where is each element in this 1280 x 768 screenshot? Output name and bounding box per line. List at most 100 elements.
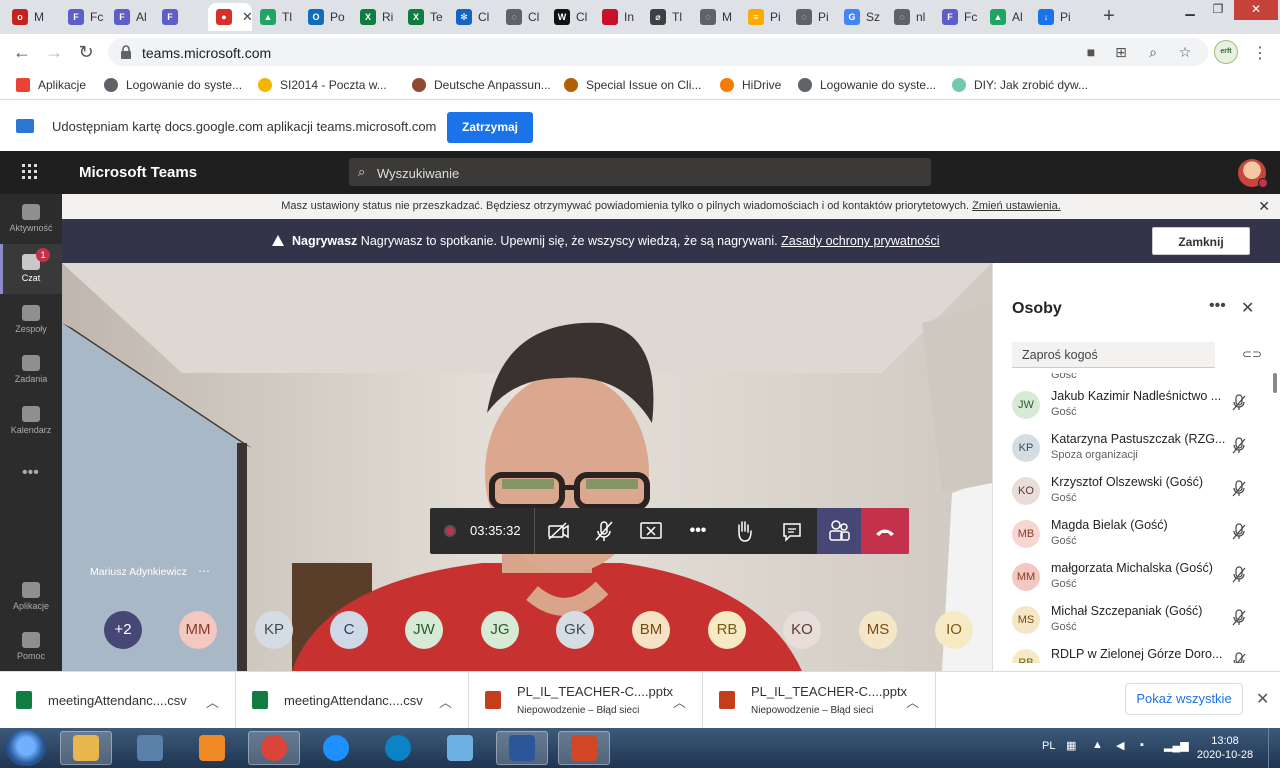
new-tab-button[interactable]: + (1096, 5, 1122, 29)
browser-tab[interactable]: ◌ M (692, 3, 738, 31)
rail-item-chat[interactable]: Czat 1 (0, 244, 62, 294)
rail-item-calendar[interactable]: Kalendarz (0, 396, 62, 446)
window-close-button[interactable]: ✕ (1234, 0, 1278, 20)
panel-more-icon[interactable]: ••• (1209, 297, 1226, 315)
taskbar-chrome-button[interactable] (248, 731, 300, 765)
bookmark-item[interactable]: Aplikacje (16, 76, 86, 94)
browser-tab[interactable]: ≡ Pi (740, 3, 786, 31)
participant-row[interactable]: MB Magda Bielak (Gość) Gość (1012, 516, 1262, 559)
mic-off-icon[interactable] (590, 517, 618, 545)
keyboard-icon[interactable]: ▦ (1066, 739, 1080, 753)
chrome-menu-icon[interactable]: ⋮ (1252, 43, 1268, 63)
volume-icon[interactable]: ◀ (1116, 739, 1130, 753)
change-settings-link[interactable]: Zmień ustawienia. (972, 200, 1061, 212)
browser-tab[interactable]: O Po (300, 3, 350, 31)
rail-item-teams[interactable]: Zespoły (0, 295, 62, 345)
back-button[interactable]: ← (12, 42, 32, 62)
downloads-close-icon[interactable]: ✕ (1256, 689, 1269, 709)
browser-tab[interactable]: ✻ Cl (448, 3, 496, 31)
restore-button[interactable]: ❐ (1204, 0, 1232, 20)
dnd-close-icon[interactable]: ✕ (1258, 194, 1270, 219)
mic-muted-icon[interactable] (1231, 523, 1247, 541)
bookmark-item[interactable]: HiDrive (720, 76, 781, 94)
participant-avatar[interactable]: +2 (104, 611, 142, 649)
download-item[interactable]: PL_IL_TEACHER-C....pptx Niepowodzenie – B… (703, 672, 936, 729)
browser-tab[interactable]: F (154, 3, 206, 31)
privacy-policy-link[interactable]: Zasady ochrony prywatności (781, 234, 939, 248)
browser-tab[interactable]: F Fc (60, 3, 104, 31)
browser-tab[interactable]: ⌀ Tl (642, 3, 690, 31)
more-actions-icon[interactable]: ••• (684, 517, 712, 545)
reload-button[interactable]: ↻ (76, 42, 96, 62)
rail-more-icon[interactable]: ••• (22, 464, 39, 482)
mic-muted-icon[interactable] (1231, 652, 1247, 663)
mic-muted-icon[interactable] (1231, 437, 1247, 455)
participant-row[interactable]: JW Jakub Kazimir Nadleśnictwo ... Gość (1012, 387, 1262, 430)
browser-tab[interactable]: F Fc (934, 3, 980, 31)
chevron-up-icon[interactable]: ︿ (673, 692, 686, 711)
taskbar-media-player-button[interactable] (186, 731, 238, 765)
bookmark-item[interactable]: Logowanie do syste... (798, 76, 936, 94)
participant-avatar[interactable]: BM (632, 611, 670, 649)
participant-avatar[interactable]: IO (935, 611, 973, 649)
participant-row[interactable]: KP Katarzyna Pastuszczak (RZG... Spoza org… (1012, 430, 1262, 473)
taskbar-contacts-button[interactable] (434, 731, 486, 765)
search-input[interactable]: ⌕ Wyszukiwanie (349, 158, 931, 186)
camera-icon[interactable]: ■ (1082, 44, 1100, 60)
chevron-up-icon[interactable]: ︿ (906, 692, 919, 711)
browser-tab[interactable]: X Te (400, 3, 446, 31)
taskbar-internet-explorer-button[interactable] (310, 731, 362, 765)
system-clock[interactable]: 13:08 2020-10-28 (1196, 734, 1254, 762)
participant-row[interactable]: RB RDLP w Zielonej Górze Doro... (1012, 645, 1262, 663)
download-item[interactable]: meetingAttendanc....csv ︿ (236, 672, 469, 729)
presenter-more-icon[interactable]: ⋯ (198, 564, 210, 578)
hang-up-button[interactable] (861, 508, 909, 554)
participant-row[interactable]: MS Michał Szczepaniak (Gość) Gość (1012, 602, 1262, 645)
browser-tab[interactable]: ↓ Pi (1030, 3, 1086, 31)
browser-tab[interactable]: oM (4, 3, 58, 31)
taskbar-powerpoint-button[interactable] (558, 731, 610, 765)
show-all-downloads-button[interactable]: Pokaż wszystkie (1125, 683, 1243, 715)
bookmark-item[interactable]: Special Issue on Cli... (564, 76, 701, 94)
taskbar-media-center-button[interactable] (124, 731, 176, 765)
browser-tab[interactable]: ◌ Pi (788, 3, 834, 31)
raise-hand-icon[interactable] (730, 517, 758, 545)
start-button[interactable] (6, 730, 46, 766)
show-desktop-button[interactable] (1268, 728, 1280, 768)
rail-item-tasks[interactable]: Zadania (0, 345, 62, 395)
participant-avatar[interactable]: MS (859, 611, 897, 649)
participants-icon[interactable] (817, 508, 861, 554)
bookmark-item[interactable]: Logowanie do syste... (104, 76, 242, 94)
participant-avatar[interactable]: KP (255, 611, 293, 649)
browser-tab[interactable]: In (594, 3, 640, 31)
stop-sharing-button[interactable]: Zatrzymaj (447, 112, 533, 143)
participant-avatar[interactable]: JG (481, 611, 519, 649)
participant-avatar[interactable]: GK (556, 611, 594, 649)
user-avatar[interactable] (1238, 159, 1268, 188)
bookmark-item[interactable]: DIY: Jak zrobić dyw... (952, 76, 1088, 94)
minimize-button[interactable]: ▁ (1176, 0, 1204, 20)
rail-item-help[interactable]: Pomoc (0, 622, 62, 672)
chevron-up-icon[interactable]: ︿ (439, 692, 452, 711)
participant-avatar[interactable]: C (330, 611, 368, 649)
stop-share-icon[interactable] (637, 517, 665, 545)
mic-muted-icon[interactable] (1231, 480, 1247, 498)
participant-avatar[interactable]: KO (783, 611, 821, 649)
bookmark-star-icon[interactable]: ☆ (1176, 44, 1194, 60)
taskbar-word-button[interactable] (496, 731, 548, 765)
lock-icon[interactable] (120, 45, 132, 59)
chat-icon[interactable] (778, 517, 806, 545)
panel-scrollbar[interactable] (1273, 373, 1277, 393)
download-item[interactable]: PL_IL_TEACHER-C....pptx Niepowodzenie – B… (469, 672, 703, 729)
taskbar-edge-button[interactable] (372, 731, 424, 765)
copy-link-icon[interactable]: ⊂⊃ (1242, 347, 1262, 361)
bookmark-item[interactable]: SI2014 - Poczta w... (258, 76, 387, 94)
mic-muted-icon[interactable] (1231, 566, 1247, 584)
participant-avatar[interactable]: JW (405, 611, 443, 649)
translate-icon[interactable]: ⊞ (1112, 44, 1130, 60)
forward-button[interactable]: → (44, 42, 64, 62)
participant-avatar[interactable]: MM (179, 611, 217, 649)
taskbar-file-explorer-button[interactable] (60, 731, 112, 765)
browser-tab[interactable]: ◌ Cl (498, 3, 544, 31)
app-launcher-icon[interactable] (22, 164, 40, 182)
